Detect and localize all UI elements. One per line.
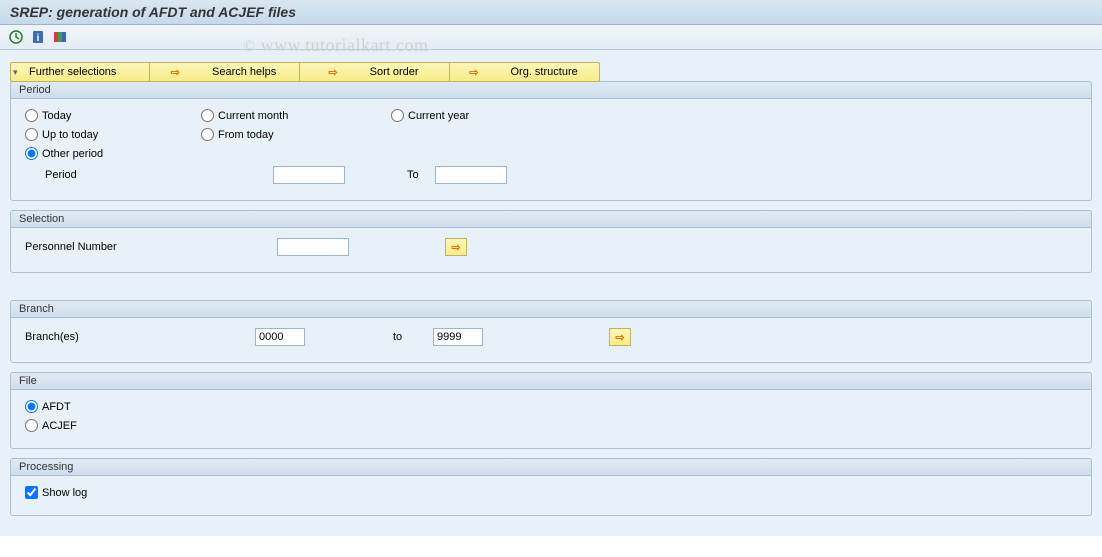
selection-group: Selection Personnel Number ⇨ — [10, 210, 1092, 273]
personnel-number-input[interactable] — [277, 238, 349, 256]
radio-today[interactable]: Today — [25, 109, 71, 122]
branch-header: Branch — [11, 301, 1091, 318]
radio-from-today[interactable]: From today — [201, 128, 274, 141]
branch-to-input[interactable] — [433, 328, 483, 346]
radio-acjef[interactable]: ACJEF — [25, 419, 77, 432]
selection-header: Selection — [11, 211, 1091, 228]
branch-to-label: to — [393, 331, 433, 343]
radio-afdt[interactable]: AFDT — [25, 400, 71, 413]
branch-from-input[interactable] — [255, 328, 305, 346]
main-content: ▾Further selections ⇨Search helps ⇨Sort … — [0, 50, 1102, 536]
variants-icon[interactable] — [52, 29, 68, 45]
search-helps-button[interactable]: ⇨Search helps — [150, 62, 300, 82]
org-structure-button[interactable]: ⇨Org. structure — [450, 62, 600, 82]
branch-multi-select-button[interactable]: ⇨ — [609, 328, 631, 346]
file-header: File — [11, 373, 1091, 390]
branch-label: Branch(es) — [25, 331, 255, 343]
sort-order-button[interactable]: ⇨Sort order — [300, 62, 450, 82]
execute-icon[interactable] — [8, 29, 24, 45]
check-show-log[interactable]: Show log — [25, 486, 87, 499]
svg-text:i: i — [37, 33, 40, 44]
radio-up-to-today[interactable]: Up to today — [25, 128, 98, 141]
action-button-row: ▾Further selections ⇨Search helps ⇨Sort … — [10, 62, 1092, 82]
radio-other-period[interactable]: Other period — [25, 147, 103, 160]
app-toolbar: i — [0, 25, 1102, 50]
processing-group: Processing Show log — [10, 458, 1092, 516]
period-to-input[interactable] — [435, 166, 507, 184]
file-group: File AFDT ACJEF — [10, 372, 1092, 449]
processing-header: Processing — [11, 459, 1091, 476]
title-bar: SREP: generation of AFDT and ACJEF files — [0, 0, 1102, 25]
period-label: Period — [45, 169, 273, 181]
branch-group: Branch Branch(es) to ⇨ — [10, 300, 1092, 363]
radio-current-year[interactable]: Current year — [391, 109, 469, 122]
period-group: Period Today Current month Current year … — [10, 81, 1092, 201]
personnel-multi-select-button[interactable]: ⇨ — [445, 238, 467, 256]
personnel-number-label: Personnel Number — [25, 241, 277, 253]
period-to-label: To — [407, 169, 435, 181]
radio-current-month[interactable]: Current month — [201, 109, 288, 122]
further-selections-button[interactable]: ▾Further selections — [10, 62, 150, 82]
period-from-input[interactable] — [273, 166, 345, 184]
page-title: SREP: generation of AFDT and ACJEF files — [10, 4, 296, 20]
period-header: Period — [11, 82, 1091, 99]
info-icon[interactable]: i — [30, 29, 46, 45]
